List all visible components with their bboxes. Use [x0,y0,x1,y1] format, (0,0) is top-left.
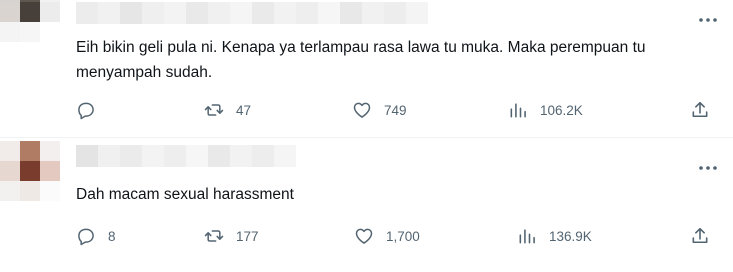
more-horizontal-icon [699,166,717,170]
more-options-button[interactable] [697,161,719,175]
tweet-text: Dah macam sexual harassment [76,186,294,203]
reply-icon [78,228,94,246]
retweet-count: 47 [236,102,252,118]
views-count: 106.2K [540,102,583,118]
author-name-redacted [76,2,428,24]
tweet-text: Eih bikin geli pula ni. Kenapa ya terlam… [76,39,646,81]
avatar[interactable] [0,0,60,42]
reply-count: 8 [108,228,116,244]
tweet-actions: 47 749 106.2K [72,95,722,125]
retweet-button[interactable]: 47 [204,95,251,125]
views-count: 136.9K [549,228,592,244]
reply-button[interactable]: 8 [76,221,116,251]
reply-icon [78,102,94,120]
views-chart-icon [510,103,526,118]
author-name-redacted [76,145,296,167]
share-icon [692,227,708,244]
tweet-card[interactable]: Eih bikin geli pula ni. Kenapa ya terlam… [0,0,733,137]
share-icon [692,101,708,118]
retweet-icon [204,104,224,116]
like-count: 749 [384,102,407,118]
like-count: 1,700 [386,228,420,244]
more-horizontal-icon [699,18,717,22]
tweet-card[interactable]: Dah macam sexual harassment 8 177 1,700 [0,137,733,272]
retweet-count: 177 [236,228,259,244]
retweet-button[interactable]: 177 [204,221,259,251]
views-button[interactable]: 136.9K [517,221,592,251]
reply-button[interactable] [76,95,108,125]
more-options-button[interactable] [697,13,719,27]
share-button[interactable] [690,221,710,251]
heart-icon [353,102,371,118]
tweet-actions: 8 177 1,700 136.9K [72,221,722,251]
like-button[interactable]: 1,700 [354,221,420,251]
retweet-icon [204,230,224,242]
views-button[interactable]: 106.2K [508,95,583,125]
heart-icon [355,228,373,244]
views-chart-icon [519,229,535,244]
like-button[interactable]: 749 [352,95,407,125]
share-button[interactable] [690,95,710,125]
